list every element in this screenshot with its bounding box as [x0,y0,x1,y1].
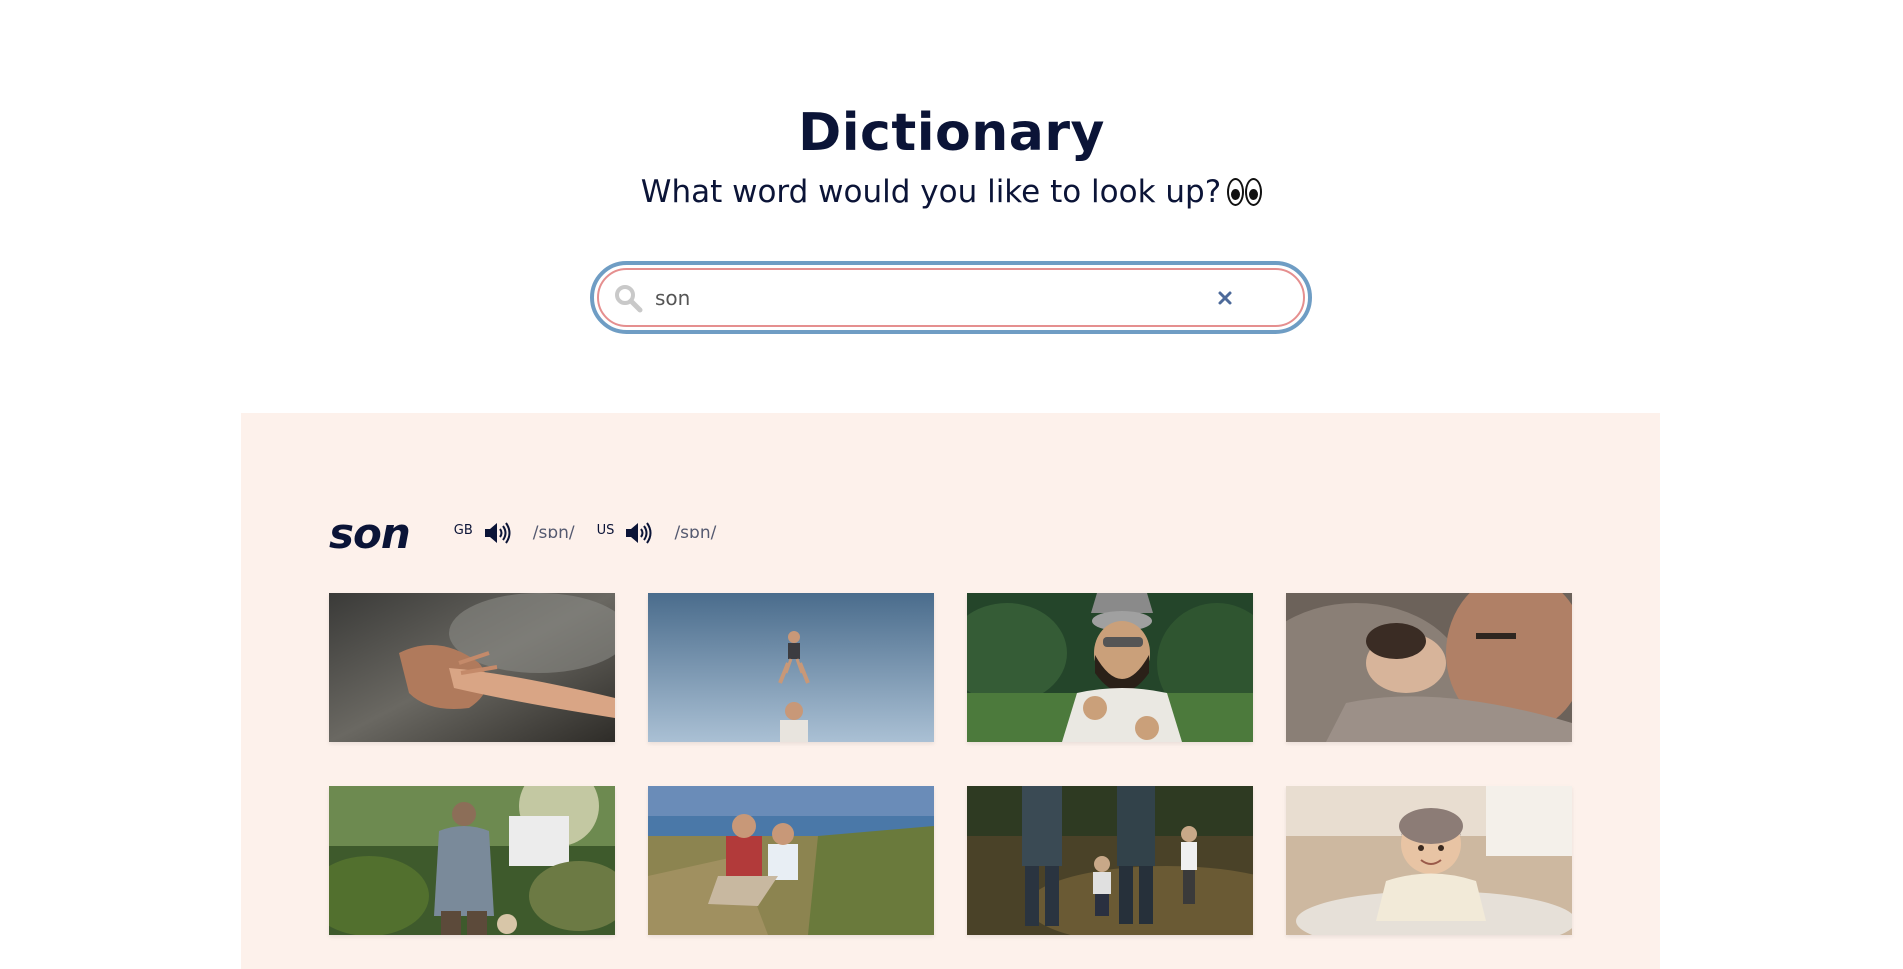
image-newborn[interactable] [1286,593,1572,742]
search-field-container [597,268,1305,327]
play-audio-gb-button[interactable] [483,520,513,546]
close-icon [1218,291,1232,304]
page-header: Dictionary What word would you like to l… [0,98,1903,212]
page-subtitle: What word would you like to look up? [640,172,1263,212]
image-beach-laugh[interactable] [648,786,934,935]
phonetic-us: /sɒn/ [674,523,717,543]
image-grid [329,593,1572,935]
speaker-icon [626,522,652,544]
play-audio-us-button[interactable] [624,520,654,546]
clear-search-button[interactable] [1203,278,1247,318]
image-hands[interactable] [329,593,615,742]
image-sky-toss[interactable] [648,593,934,742]
eyes-emoji-icon [1227,178,1263,206]
phonetic-gb: /sɒn/ [532,523,575,543]
image-baby-rug[interactable] [1286,786,1572,935]
image-garden-walk[interactable] [329,786,615,935]
search-icon [613,283,643,313]
result-word: son [329,508,411,558]
search-input[interactable] [653,276,1203,319]
image-family-walk[interactable] [967,786,1253,935]
pronunciation-region-gb: GB [453,522,473,538]
page-title: Dictionary [798,103,1105,163]
pronunciation-region-us: US [596,522,615,538]
word-heading-row: son GB /sɒn/ US /sɒn/ [329,508,738,558]
dictionary-page: Dictionary What word would you like to l… [0,0,1903,969]
search-bar [590,261,1312,334]
speaker-icon [484,522,511,544]
subtitle-text: What word would you like to look up? [640,174,1222,210]
image-father-shoulders[interactable] [967,593,1253,742]
results-panel: son GB /sɒn/ US /sɒn/ [241,413,1660,969]
